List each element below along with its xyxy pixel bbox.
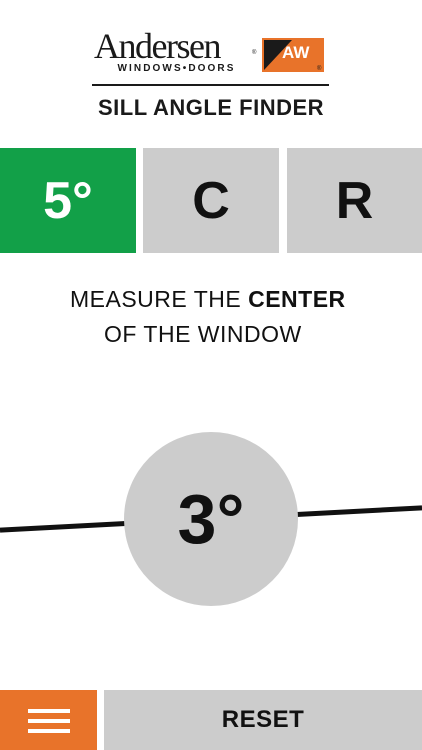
mode-tabs: 5° C R — [0, 148, 422, 253]
hamburger-icon — [27, 705, 70, 735]
aw-logo-letters: AW — [282, 43, 310, 62]
level-indicator: 3° — [0, 420, 422, 620]
page-title: SILL ANGLE FINDER — [97, 95, 325, 120]
tab-label: 5° — [43, 171, 93, 230]
aw-logo-icon: AW ® — [262, 38, 324, 72]
instruction-text: MEASURE THE CENTER OF THE WINDOW — [0, 282, 422, 352]
brand-registered-mark: ® — [252, 50, 257, 56]
angle-readout: 3° — [177, 480, 245, 558]
angle-dial: 3° — [124, 432, 298, 606]
tab-right[interactable]: R — [287, 148, 422, 253]
instruction-line-2: OF THE WINDOW — [104, 321, 302, 347]
aw-logo-registered: ® — [317, 65, 322, 72]
tab-center[interactable]: C — [143, 148, 279, 253]
menu-button[interactable] — [0, 690, 97, 750]
header: Andersen ® WINDOWS•DOORS AW ® SILL ANGLE… — [0, 0, 422, 128]
reset-button[interactable]: RESET — [104, 690, 422, 750]
header-divider — [92, 84, 329, 86]
tab-label: C — [192, 171, 230, 230]
instruction-line-1: MEASURE THE CENTER — [70, 282, 346, 317]
instruction-emphasis: CENTER — [248, 286, 346, 312]
brand-name: Andersen — [94, 26, 221, 66]
andersen-logo: Andersen ® WINDOWS•DOORS AW ® — [94, 28, 330, 76]
reset-label: RESET — [221, 706, 305, 733]
tab-5-degree[interactable]: 5° — [0, 148, 136, 253]
brand-tagline: WINDOWS•DOORS — [117, 63, 236, 74]
instruction-prefix: MEASURE THE — [70, 286, 249, 312]
tab-label: R — [335, 171, 374, 230]
